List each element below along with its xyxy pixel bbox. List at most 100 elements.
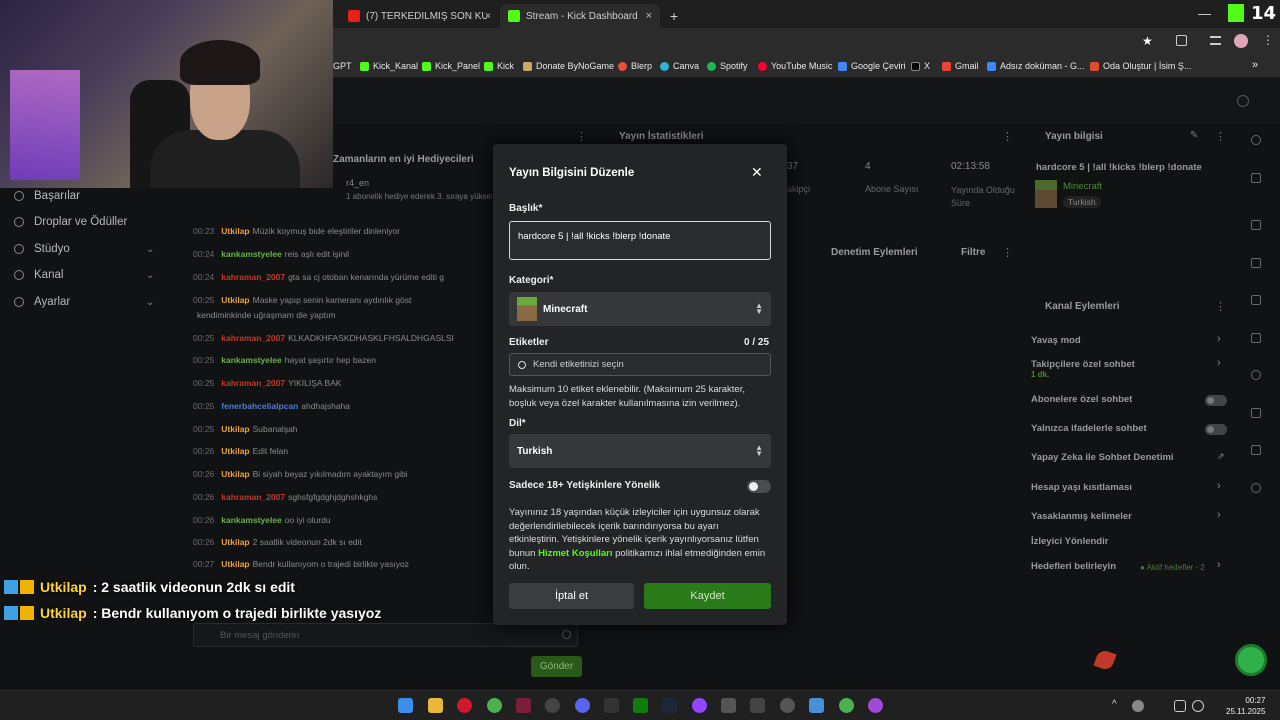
new-tab-button[interactable]: + (662, 4, 686, 28)
taskbar-clock[interactable]: 00:27 25.11.2025 (1226, 695, 1265, 717)
tab-kick-dashboard[interactable]: Stream - Kick Dashboard × (500, 4, 660, 28)
chat-bubble-icon[interactable] (1251, 333, 1261, 343)
chat-username[interactable]: kahraman_2007 (221, 333, 285, 343)
chat-username[interactable]: fenerbahcelialpcan (221, 401, 298, 411)
nav-studio[interactable]: Stüdyo ⌄ (14, 243, 154, 255)
channel-action[interactable]: Takipçilere özel sohbet (1031, 359, 1135, 370)
bookmark[interactable]: Google Çeviri (838, 61, 906, 71)
channel-action[interactable]: Abonelere özel sohbet (1031, 394, 1132, 405)
app-icon[interactable] (516, 698, 531, 713)
bookmark[interactable]: Kick_Panel (422, 61, 480, 71)
pencil-icon[interactable] (1251, 173, 1261, 183)
menu-icon[interactable]: ⋮ (576, 130, 587, 143)
app-icon[interactable] (780, 698, 795, 713)
file-explorer-icon[interactable] (428, 698, 443, 713)
channel-action[interactable]: İzleyici Yönlendir (1031, 536, 1108, 547)
wrench-icon[interactable] (1251, 445, 1261, 455)
bookmarks-more-button[interactable]: » (1252, 59, 1258, 71)
bookmark[interactable]: Kick_Kanal (360, 61, 418, 71)
chat-username[interactable]: Utkilap (221, 424, 249, 434)
toggle-switch[interactable] (1205, 395, 1227, 406)
volume-icon[interactable] (1192, 700, 1204, 712)
menu-icon[interactable]: ⋮ (1215, 130, 1226, 143)
chevron-right-icon[interactable]: › (1217, 509, 1221, 521)
bookmark[interactable]: Gmail (942, 61, 979, 71)
channel-action[interactable]: Yapay Zeka ile Sohbet Denetimi (1031, 452, 1174, 463)
stack-icon[interactable] (1251, 408, 1261, 418)
filter-button[interactable]: Filtre (961, 247, 985, 258)
close-tab-icon[interactable]: × (485, 4, 491, 28)
minimize-button[interactable]: — (1198, 6, 1211, 21)
tray-icon[interactable] (1132, 700, 1144, 712)
cancel-button[interactable]: İptal et (509, 583, 634, 609)
menu-icon[interactable]: ⋮ (1002, 246, 1013, 259)
close-tab-icon[interactable]: × (646, 10, 652, 22)
apps-icon[interactable] (1251, 483, 1261, 493)
grid-icon[interactable] (1251, 220, 1261, 230)
chat-input[interactable]: Bir mesaj gönderin (193, 623, 578, 647)
chevron-right-icon[interactable]: › (1217, 357, 1221, 369)
channel-action[interactable]: Hedefleri belirleyin (1031, 561, 1116, 572)
epic-games-icon[interactable] (604, 698, 619, 713)
app-icon[interactable] (809, 698, 824, 713)
obs-icon[interactable] (545, 698, 560, 713)
channel-action[interactable]: Yavaş mod (1031, 335, 1081, 346)
reading-list-icon[interactable] (1210, 36, 1221, 45)
channel-action[interactable]: Yalnızca ifadelerle sohbet (1031, 423, 1147, 434)
chat-username[interactable]: kahraman_2007 (221, 272, 285, 282)
discord-icon[interactable] (575, 698, 590, 713)
xbox-icon[interactable] (633, 698, 648, 713)
steam-icon[interactable] (662, 698, 677, 713)
nav-settings[interactable]: Ayarlar ⌄ (14, 296, 154, 308)
chevron-right-icon[interactable]: › (1217, 333, 1221, 345)
title-input[interactable]: hardcore 5 | !all !kicks !blerp !donate (509, 221, 771, 260)
clipboard-icon[interactable] (1251, 295, 1261, 305)
bookmark[interactable]: YouTube Music (758, 61, 832, 71)
bookmark[interactable]: Donate ByNoGame (523, 61, 614, 71)
chevron-right-icon[interactable]: › (1217, 559, 1221, 571)
app-icon[interactable] (721, 698, 736, 713)
settings-icon[interactable] (1237, 95, 1249, 107)
bookmark[interactable]: Spotify (707, 61, 748, 71)
app-icon[interactable] (868, 698, 883, 713)
bookmark[interactable]: Adsız doküman - G... (987, 61, 1085, 71)
chat-username[interactable]: kankamstyelee (221, 515, 282, 525)
terms-link[interactable]: Hizmet Koşulları (538, 548, 612, 559)
channel-action[interactable]: Yasaklanmış kelimeler (1031, 511, 1132, 522)
chrome-icon[interactable] (487, 698, 502, 713)
menu-icon[interactable]: ⋮ (1262, 33, 1274, 47)
chat-username[interactable]: Utkilap (221, 295, 249, 305)
bookmark[interactable]: Blerp (618, 61, 652, 71)
nav-channel[interactable]: Kanal ⌄ (14, 269, 154, 281)
channel-action[interactable]: Hesap yaşı kısıtlaması (1031, 482, 1132, 493)
chevron-right-icon[interactable]: › (1217, 480, 1221, 492)
save-button[interactable]: Kaydet (644, 583, 771, 609)
chevron-up-icon[interactable]: ^ (1112, 699, 1117, 710)
bookmark[interactable]: GPT (333, 61, 352, 71)
tab-youtube[interactable]: (7) TERKEDİLMİŞ SON KULEYE V (340, 4, 495, 28)
chat-username[interactable]: kankamstyelee (221, 249, 282, 259)
toggle-switch[interactable] (1205, 424, 1227, 435)
star-icon[interactable]: ★ (1142, 34, 1153, 48)
chrome-icon[interactable] (839, 698, 854, 713)
chart-icon[interactable]: ⇗ (1217, 451, 1225, 462)
broadcast-icon[interactable] (1251, 370, 1261, 380)
chat-username[interactable]: Utkilap (221, 559, 249, 569)
nav-drops[interactable]: Droplar ve Ödüller (14, 216, 127, 228)
nav-achievements[interactable]: Başarılar (14, 190, 80, 202)
media-icon[interactable] (457, 698, 472, 713)
profile-avatar[interactable] (1234, 34, 1248, 48)
bookmark[interactable]: Kick (484, 61, 514, 71)
close-icon[interactable]: ✕ (751, 164, 763, 181)
info-icon[interactable] (1251, 135, 1261, 145)
windows-start-icon[interactable] (398, 698, 413, 713)
language-select[interactable]: Turkish ▲ ▼ (509, 434, 771, 468)
bookmark[interactable]: Canva (660, 61, 699, 71)
tags-input[interactable]: Kendi etiketinizi seçin (509, 353, 771, 376)
extensions-icon[interactable] (1176, 35, 1187, 46)
bolt-icon[interactable] (1251, 258, 1261, 268)
app-icon[interactable] (750, 698, 765, 713)
menu-icon[interactable]: ⋮ (1002, 130, 1013, 143)
app-icon[interactable] (692, 698, 707, 713)
category-select[interactable]: Minecraft ▲ ▼ (509, 292, 771, 326)
